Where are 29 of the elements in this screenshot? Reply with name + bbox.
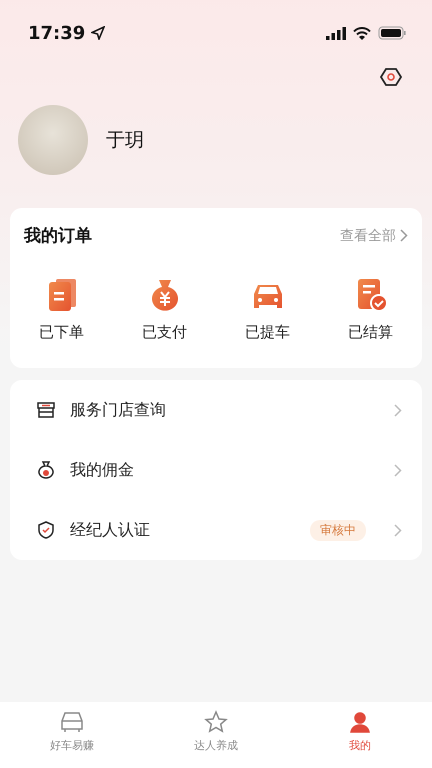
status-time: 17:39: [28, 22, 106, 44]
store-icon: [36, 400, 56, 420]
chevron-icon: [400, 229, 408, 242]
order-status-button[interactable]: 已下单: [10, 277, 113, 342]
signal-icon: [326, 26, 346, 40]
money-bag-icon: [36, 460, 56, 480]
user-icon: [347, 710, 373, 734]
shield-check-icon: [36, 520, 56, 540]
location-arrow-icon: [91, 26, 106, 40]
battery-icon: [378, 26, 406, 40]
star-icon: [203, 710, 229, 734]
car-icon: [59, 710, 85, 734]
menu-item[interactable]: 我的佣金: [70, 460, 380, 480]
tab[interactable]: 好车易赚: [0, 710, 144, 768]
chevron-icon: [394, 404, 402, 416]
user-name: 于玥: [106, 128, 144, 153]
order-status-button[interactable]: 已支付: [113, 277, 216, 342]
order-status-button[interactable]: 已提车: [216, 277, 319, 342]
menu-item[interactable]: 经纪人认证: [70, 520, 296, 540]
settings-icon[interactable]: [380, 66, 402, 88]
tab[interactable]: 我的: [288, 710, 432, 768]
chevron-icon: [394, 464, 402, 476]
card-title: 我的订单: [24, 225, 92, 247]
chevron-icon: [394, 524, 402, 536]
wifi-icon: [353, 26, 371, 40]
menu-item[interactable]: 服务门店查询: [70, 400, 380, 420]
tab[interactable]: 达人养成: [144, 710, 288, 768]
order-status-button[interactable]: 已结算: [319, 277, 422, 342]
status-badge: 审核中: [310, 520, 366, 540]
